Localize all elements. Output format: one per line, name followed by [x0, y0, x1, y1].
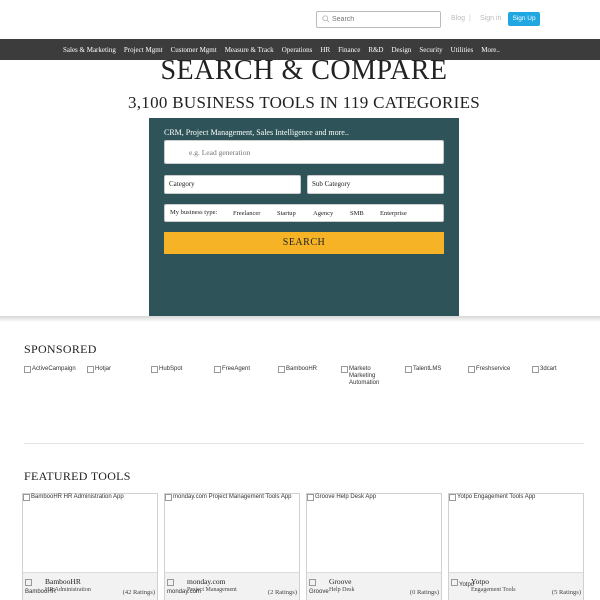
broken-image-icon — [151, 366, 158, 373]
sponsor-logo[interactable]: HubSpot — [151, 366, 182, 373]
tool-ratings: (0 Ratings) — [409, 589, 439, 596]
tool-card[interactable]: Groove Help Desk App Groove Groove Help … — [306, 493, 442, 600]
sponsor-logo[interactable]: BambooHR — [278, 366, 317, 373]
sponsored-title: SPONSORED — [24, 342, 97, 356]
blog-link[interactable]: Blog — [451, 15, 465, 22]
broken-image-icon — [23, 494, 30, 501]
tool-card[interactable]: BambooHR HR Administration App BambooHR … — [22, 493, 158, 600]
tool-name[interactable]: BambooHR — [45, 577, 81, 586]
broken-image-icon — [278, 366, 285, 373]
tool-card[interactable]: monday.com Project Management Tools App … — [164, 493, 300, 600]
nav-item-sales-marketing[interactable]: Sales & Marketing — [63, 46, 116, 54]
broken-image-icon — [25, 579, 32, 586]
tool-card-image: Yotpo Engagement Tools App — [449, 494, 535, 501]
tool-card-footer: Yotpo Yotpo Engagement Tools (5 Ratings) — [449, 572, 583, 600]
hero-subtitle: 3,100 BUSINESS TOOLS IN 119 CATEGORIES — [127, 93, 481, 112]
search-panel-caption: CRM, Project Management, Sales Intellige… — [164, 128, 349, 137]
hero-title: SEARCH & COMPARE — [160, 55, 448, 86]
subcategory-select[interactable]: Sub Category — [307, 175, 444, 194]
tool-name[interactable]: Yotpo — [471, 577, 489, 586]
sign-up-button[interactable]: Sign Up — [508, 12, 540, 26]
search-icon — [322, 15, 330, 23]
tool-category: Help Desk — [329, 587, 355, 593]
broken-image-icon — [405, 366, 412, 373]
topbar-separator: | — [469, 15, 471, 22]
search-panel: CRM, Project Management, Sales Intellige… — [149, 118, 459, 316]
nav-item-utilities[interactable]: Utilities — [451, 46, 474, 54]
broken-image-icon — [167, 579, 174, 586]
sponsor-logo[interactable]: 3dcart — [532, 366, 557, 373]
tool-card-image: monday.com Project Management Tools App — [165, 494, 292, 501]
business-type-label: My business type: — [170, 209, 218, 216]
broken-image-icon — [468, 366, 475, 373]
broken-image-icon — [87, 366, 94, 373]
nav-item-rd[interactable]: R&D — [368, 46, 383, 54]
nav-item-security[interactable]: Security — [419, 46, 442, 54]
tool-card-image: Groove Help Desk App — [307, 494, 376, 501]
sponsor-logo[interactable]: FreeAgent — [214, 366, 250, 373]
top-bar: Blog | Sign in Sign Up — [0, 0, 600, 39]
tool-card-footer: monday.com monday.com Project Management… — [165, 572, 299, 600]
broken-image-icon — [214, 366, 221, 373]
nav-item-finance[interactable]: Finance — [338, 46, 360, 54]
nav-item-more[interactable]: More.. — [481, 46, 500, 54]
site-search-input[interactable] — [332, 13, 437, 26]
category-select[interactable]: Category — [164, 175, 301, 194]
sponsor-logo[interactable]: Freshservice — [468, 366, 510, 373]
tool-card-footer: BambooHR BambooHR HR Administration (42 … — [23, 572, 157, 600]
tool-category: Project Management — [187, 587, 237, 593]
tool-ratings: (2 Ratings) — [267, 589, 297, 596]
business-type-agency[interactable]: Agency — [313, 210, 333, 217]
business-type-startup[interactable]: Startup — [277, 210, 296, 217]
broken-image-icon — [24, 366, 31, 373]
nav-item-project-mgmt[interactable]: Project Mgmt — [124, 46, 163, 54]
business-type-smb[interactable]: SMB — [350, 210, 364, 217]
sponsored-divider — [24, 443, 584, 444]
tool-card[interactable]: Yotpo Engagement Tools App Yotpo Yotpo E… — [448, 493, 584, 600]
broken-image-icon — [307, 494, 314, 501]
site-search[interactable] — [316, 11, 441, 28]
nav-item-measure-track[interactable]: Measure & Track — [225, 46, 274, 54]
tool-category: HR Administration — [45, 587, 91, 593]
business-type-selector: My business type: Freelancer Startup Age… — [164, 204, 444, 222]
tool-name[interactable]: monday.com — [187, 577, 225, 586]
broken-image-icon — [449, 494, 456, 501]
nav-item-customer-mgmt[interactable]: Customer Mgmt — [171, 46, 217, 54]
broken-image-icon — [165, 494, 172, 501]
sponsor-logo[interactable]: Hotjar — [87, 366, 111, 373]
tool-name[interactable]: Groove — [329, 577, 352, 586]
tool-search-input[interactable] — [189, 146, 429, 158]
nav-item-design[interactable]: Design — [391, 46, 411, 54]
section-divider — [0, 316, 600, 322]
nav-item-operations[interactable]: Operations — [282, 46, 313, 54]
broken-image-icon — [341, 366, 348, 373]
sponsor-logo[interactable]: Marketo Marketing Automation — [341, 366, 389, 387]
nav-item-hr[interactable]: HR — [320, 46, 330, 54]
tool-ratings: (5 Ratings) — [551, 589, 581, 596]
sponsor-logo[interactable]: ActiveCampaign — [24, 366, 76, 373]
tool-search-field[interactable] — [164, 140, 444, 164]
search-button[interactable]: SEARCH — [164, 232, 444, 254]
broken-image-icon — [451, 579, 458, 586]
tool-card-footer: Groove Groove Help Desk (0 Ratings) — [307, 572, 441, 600]
tool-category: Engagement Tools — [471, 587, 516, 593]
broken-image-icon — [532, 366, 539, 373]
tool-ratings: (42 Ratings) — [122, 589, 155, 596]
sign-in-link[interactable]: Sign in — [480, 15, 501, 22]
business-type-freelancer[interactable]: Freelancer — [233, 210, 260, 217]
featured-title: FEATURED TOOLS — [24, 469, 131, 483]
broken-image-icon — [309, 579, 316, 586]
tool-card-image: BambooHR HR Administration App — [23, 494, 124, 501]
business-type-enterprise[interactable]: Enterprise — [380, 210, 407, 217]
sponsor-logo[interactable]: TalentLMS — [405, 366, 441, 373]
